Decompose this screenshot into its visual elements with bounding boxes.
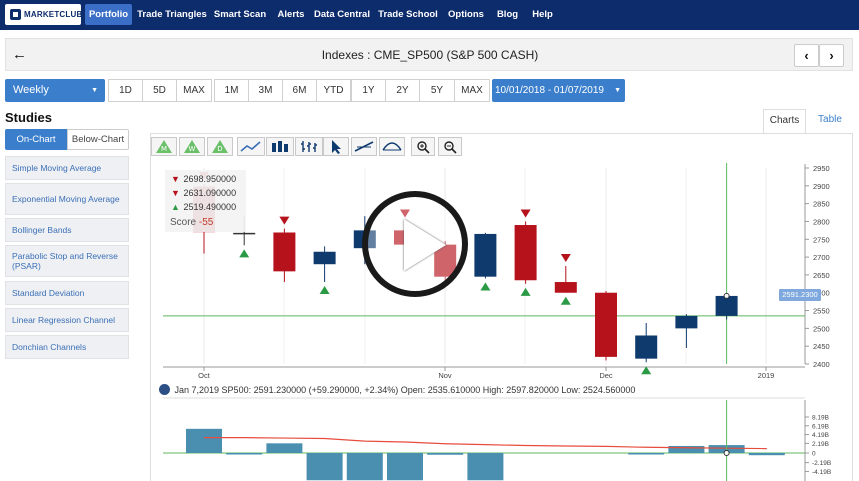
green-trade-triangle — [520, 287, 531, 296]
red-triangle-icon: ▼ — [171, 188, 180, 198]
candle-body — [554, 282, 577, 293]
x-tick-label: Oct — [198, 371, 211, 380]
x-tick-label: Dec — [599, 371, 613, 380]
volume-y-tick-label: -2.19B — [812, 460, 831, 467]
ohlc-info-line: Jan 7,2019 SP500: 2591.230000 (+59.29000… — [159, 384, 635, 395]
y-tick-label: 2550 — [813, 307, 830, 316]
volume-bar — [226, 453, 263, 455]
green-trade-triangle — [319, 286, 330, 295]
volume-bar — [427, 453, 464, 455]
candle-body — [273, 232, 296, 272]
last-price-tag: 2591.2300 — [779, 289, 821, 301]
y-tick-label: 2450 — [813, 342, 830, 351]
score-value: -55 — [198, 217, 214, 228]
x-tick-label: 2019 — [758, 371, 775, 380]
y-tick-label: 2850 — [813, 200, 830, 209]
volume-bar — [467, 453, 504, 481]
y-tick-label: 2650 — [813, 271, 830, 280]
green-trade-triangle — [480, 282, 491, 291]
volume-bar — [346, 453, 383, 481]
legend-row: ▼ 2631.090000 — [171, 188, 236, 198]
score: Score -55 — [170, 217, 213, 228]
volume-y-tick-label: 2.19B — [812, 441, 829, 448]
candle-body — [233, 232, 256, 235]
volume-bar — [628, 453, 665, 455]
volume-bar — [186, 428, 222, 453]
y-tick-label: 2900 — [813, 182, 830, 191]
volume-bar — [748, 453, 785, 456]
volume-cursor-marker — [723, 450, 730, 456]
green-trade-triangle — [560, 296, 571, 305]
y-tick-label: 2750 — [813, 235, 830, 244]
volume-y-tick-label: 0 — [812, 451, 816, 458]
candle-body — [474, 233, 497, 277]
y-tick-label: 2400 — [813, 360, 830, 369]
y-tick-label: 2700 — [813, 253, 830, 262]
last-close-marker — [723, 292, 730, 299]
play-icon — [404, 219, 446, 271]
video-play-button[interactable] — [362, 191, 468, 297]
y-tick-label: 2950 — [813, 164, 830, 173]
red-trade-triangle — [279, 216, 290, 225]
legend-row: ▼ 2698.950000 — [171, 174, 236, 184]
candle-body — [595, 292, 617, 357]
red-triangle-icon: ▼ — [171, 174, 180, 184]
volume-y-tick-label: 6.19B — [812, 423, 829, 430]
volume-y-tick-label: -4.19B — [812, 469, 831, 476]
volume-y-tick-label: 8.19B — [812, 415, 829, 422]
volume-bar — [266, 443, 303, 453]
legend-value: 2631.090000 — [183, 188, 237, 198]
volume-bar — [306, 453, 343, 481]
candle-body — [675, 315, 698, 329]
candle-body — [514, 225, 537, 281]
signal-legend: ▼ 2698.950000 ▼ 2631.090000 ▲ 2519.49000… — [165, 170, 246, 232]
legend-value: 2519.490000 — [183, 202, 237, 212]
green-trade-triangle — [239, 249, 250, 258]
candle-body — [635, 335, 658, 359]
legend-value: 2698.950000 — [183, 174, 237, 184]
ohlc-info-text: Jan 7,2019 SP500: 2591.230000 (+59.29000… — [174, 385, 636, 395]
red-trade-triangle — [560, 254, 571, 262]
score-label: Score — [170, 217, 197, 228]
x-tick-label: Nov — [438, 371, 452, 380]
red-trade-triangle — [520, 209, 531, 218]
volume-bar — [387, 453, 423, 481]
chart-info-icon — [159, 384, 170, 395]
volume-y-tick-label: 4.19B — [812, 432, 829, 439]
y-tick-label: 2800 — [813, 217, 830, 226]
legend-row: ▲ 2519.490000 — [171, 202, 236, 212]
candle-body — [313, 251, 336, 265]
green-triangle-icon: ▲ — [171, 202, 180, 212]
y-tick-label: 2500 — [813, 324, 830, 333]
